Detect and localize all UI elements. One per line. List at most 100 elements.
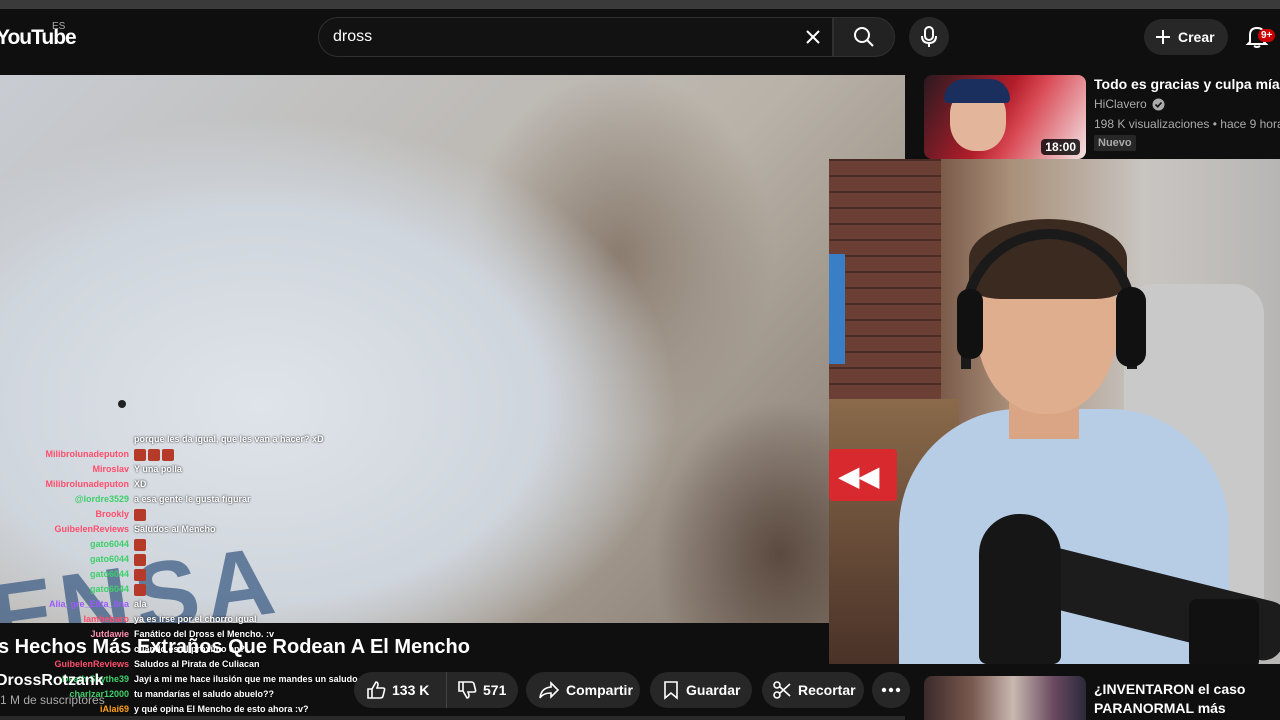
clip-button[interactable]: Recortar bbox=[762, 672, 864, 708]
chat-message: GuibelenReviews Saludos al Pirata de Culi… bbox=[0, 657, 380, 672]
chat-message-text: Saludos al Pirata de Culiacan bbox=[134, 659, 260, 669]
chat-message: Iamhebaro ya es irse por el chorro igual bbox=[0, 612, 380, 627]
chat-message: gato6044 bbox=[0, 537, 380, 552]
subscriber-count: 1 M de suscriptores bbox=[0, 693, 105, 707]
thumbnail-cap bbox=[944, 79, 1010, 103]
chat-text: Jayi a mi me hace ilusión que me mandes … bbox=[134, 672, 368, 687]
recommended-channel-name: HiClavero bbox=[1094, 97, 1147, 111]
share-label: Compartir bbox=[566, 682, 633, 698]
dislike-button[interactable]: 571 bbox=[447, 680, 506, 700]
chat-text: ala bbox=[134, 597, 147, 612]
headphone-earcup-left bbox=[957, 289, 983, 359]
search-input[interactable]: dross bbox=[318, 17, 833, 57]
microphone-icon bbox=[921, 26, 937, 47]
chat-message-text: porque les da igual, que les van a hacer… bbox=[134, 434, 324, 444]
chat-message: Brookly bbox=[0, 507, 380, 522]
chat-username: Milibrolunadeputon bbox=[45, 479, 130, 489]
emote-icon bbox=[134, 553, 146, 566]
emote-icon bbox=[134, 538, 146, 551]
channel-name[interactable]: DrossRotzank bbox=[0, 672, 104, 690]
chat-username: gato6044 bbox=[89, 554, 129, 564]
save-button[interactable]: Guardar bbox=[650, 672, 752, 708]
region-code: ES bbox=[52, 21, 66, 32]
like-dislike-bar: 133 K 571 bbox=[354, 672, 518, 708]
recommended-video-thumbnail-2[interactable] bbox=[924, 676, 1086, 720]
chat-username: Miroslav bbox=[92, 464, 129, 474]
page-bottom-edge bbox=[0, 716, 905, 720]
emote-icon bbox=[162, 448, 174, 461]
chat-text: a esa gente le gusta figurar bbox=[134, 492, 251, 507]
clear-search-icon[interactable] bbox=[798, 22, 828, 52]
create-label: Crear bbox=[1178, 29, 1215, 45]
thumbs-down-icon bbox=[458, 681, 477, 699]
video-duration: 18:00 bbox=[1041, 139, 1080, 155]
like-button[interactable]: 133 K bbox=[354, 672, 447, 708]
share-button[interactable]: Compartir bbox=[526, 672, 640, 708]
chat-message-text: Y una polla bbox=[134, 464, 182, 474]
dislike-count: 571 bbox=[483, 682, 507, 698]
streamer-webcam: ◀◀ bbox=[829, 159, 1280, 664]
like-count: 133 K bbox=[392, 682, 430, 698]
mic-arm-joint bbox=[1189, 599, 1259, 664]
more-actions-button[interactable] bbox=[872, 672, 910, 708]
chat-text bbox=[134, 537, 148, 552]
chat-username: @lordre3529 bbox=[74, 494, 129, 504]
emote-icon bbox=[148, 448, 160, 461]
headphone-earcup-right bbox=[1116, 287, 1146, 367]
youtube-watch-page: YouTube ES dross Crear 9+ ENSA porque le… bbox=[0, 0, 1280, 720]
chat-message-text: ala bbox=[134, 599, 147, 609]
chat-message-text: a esa gente le gusta figurar bbox=[134, 494, 251, 504]
chat-message: GuibelenReviews Saludos al Mencho bbox=[0, 522, 380, 537]
emote-icon bbox=[134, 583, 146, 596]
recommended-video-thumbnail[interactable]: 18:00 bbox=[924, 75, 1086, 159]
chat-message: gato6044 bbox=[0, 567, 380, 582]
chat-text bbox=[134, 507, 148, 522]
chat-text bbox=[134, 567, 148, 582]
clip-label: Recortar bbox=[798, 682, 856, 698]
emote-icon bbox=[134, 448, 146, 461]
chat-message-text: XD bbox=[134, 479, 147, 489]
thumbs-up-icon bbox=[367, 681, 386, 699]
chat-message-text: y qué opina El Mencho de esto ahora :v? bbox=[134, 704, 309, 714]
masthead: YouTube ES dross Crear 9+ bbox=[0, 9, 1280, 65]
chat-message-text: ya es irse por el chorro igual bbox=[134, 614, 257, 624]
recommended-video-title-2[interactable]: ¿INVENTARON el caso PARANORMAL más FAMOS… bbox=[1094, 680, 1278, 720]
voice-search-button[interactable] bbox=[909, 17, 949, 57]
chat-username: Alia_gre_Elita_lina bbox=[48, 599, 129, 609]
chat-text: y qué opina El Mencho de esto ahora :v? bbox=[134, 702, 309, 717]
chat-message-text: tu mandarías el saludo abuelo?? bbox=[134, 689, 275, 699]
notification-count-badge: 9+ bbox=[1258, 29, 1276, 42]
brick-wall bbox=[829, 159, 941, 399]
chat-text bbox=[134, 447, 176, 462]
chat-message: Milibrolunadeputon XD bbox=[0, 477, 380, 492]
search-icon bbox=[854, 27, 874, 47]
chat-username: GuibelenReviews bbox=[54, 524, 129, 534]
emote-icon bbox=[134, 568, 146, 581]
chat-username: gato6044 bbox=[89, 584, 129, 594]
chat-message: Milibrolunadeputon bbox=[0, 447, 380, 462]
chat-text: tu mandarías el saludo abuelo?? bbox=[134, 687, 274, 702]
chat-username: gato6044 bbox=[89, 539, 129, 549]
create-button[interactable]: Crear bbox=[1144, 19, 1228, 55]
monitor-glow bbox=[829, 254, 845, 364]
save-label: Guardar bbox=[686, 682, 741, 698]
recommended-channel[interactable]: HiClavero bbox=[1094, 97, 1165, 111]
chat-message: gato6044 bbox=[0, 582, 380, 597]
chat-username: Iamhebaro bbox=[83, 614, 129, 624]
chat-username: gato6044 bbox=[89, 569, 129, 579]
chat-text: XD bbox=[134, 477, 147, 492]
search-button[interactable] bbox=[833, 17, 895, 57]
search-query[interactable]: dross bbox=[333, 28, 372, 46]
video-title: s Hechos Más Extraños Que Rodean A El Me… bbox=[0, 636, 470, 658]
microphone bbox=[979, 514, 1061, 664]
chat-message: Alia_gre_Elita_lina ala bbox=[0, 597, 380, 612]
plus-icon bbox=[1156, 30, 1170, 44]
video-detail bbox=[118, 400, 126, 408]
chat-text bbox=[134, 552, 148, 567]
chat-username: Brookly bbox=[95, 509, 129, 519]
recommended-video-title[interactable]: Todo es gracias y culpa mía bbox=[1094, 76, 1280, 92]
chat-message: porque les da igual, que les van a hacer… bbox=[0, 432, 380, 447]
chat-message: @lordre3529 a esa gente le gusta figurar bbox=[0, 492, 380, 507]
scissors-icon bbox=[773, 681, 791, 699]
chat-text bbox=[134, 582, 148, 597]
